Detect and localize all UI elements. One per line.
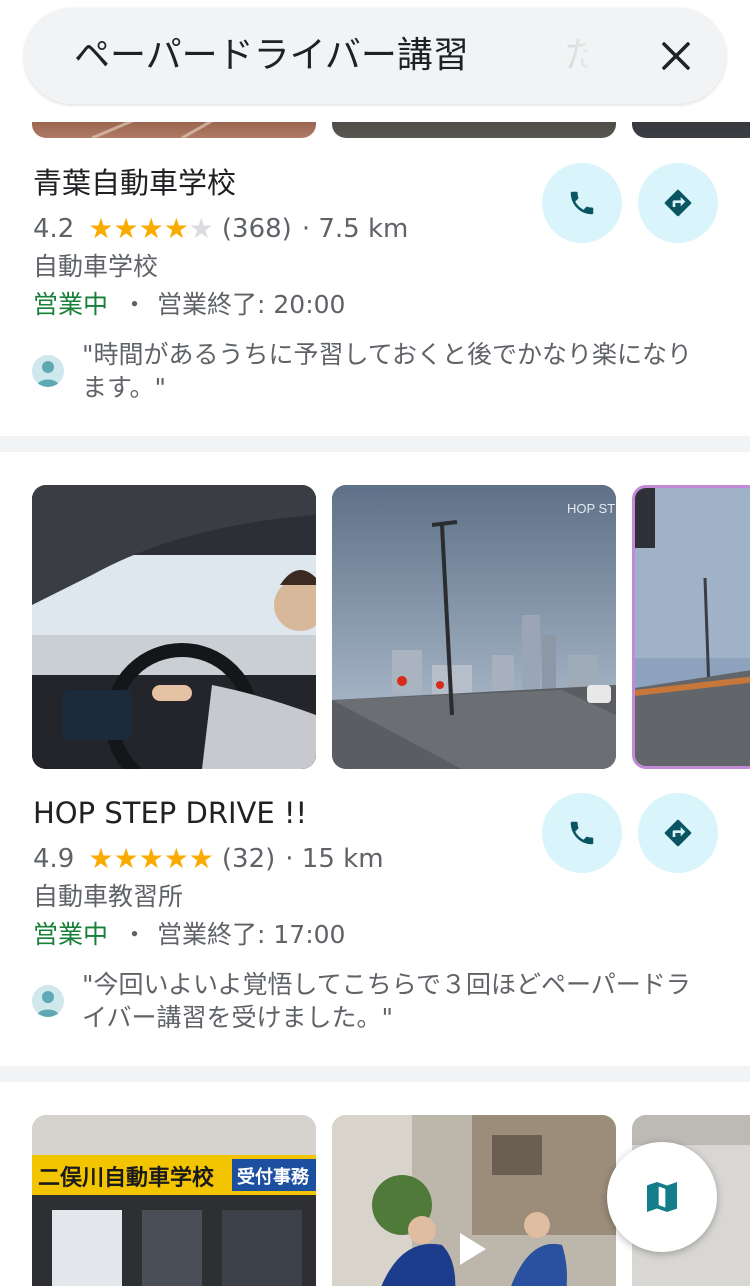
result-2-hours: 営業中・営業終了: 17:00	[33, 918, 345, 952]
separator-dot: ・	[122, 290, 148, 319]
result-2-category: 自動車教習所	[33, 882, 184, 911]
result-2-review-count: (32)	[221, 844, 276, 874]
directions-icon	[664, 189, 692, 217]
star-icon: ★	[163, 842, 189, 875]
search-fade	[544, 8, 624, 104]
result-divider	[0, 436, 750, 452]
search-header: ペーパードライバー講習 た	[0, 0, 750, 122]
result-1-hours: 営業中・営業終了: 20:00	[33, 288, 345, 322]
result-1-distance: · 7.5 km	[301, 214, 409, 244]
result-1-closing-time: 営業終了: 20:00	[157, 290, 346, 319]
result-1-category: 自動車学校	[33, 252, 159, 281]
directions-icon	[664, 819, 692, 847]
star-icon: ★	[88, 842, 114, 875]
map-view-button[interactable]	[607, 1142, 717, 1252]
result-1-call-button[interactable]	[542, 163, 622, 243]
photo-watermark: HOP ST	[567, 501, 615, 516]
result-2-rating-row: 4.9 ★ ★ ★ ★ ★ (32) · 15 km	[33, 842, 384, 876]
result-1-review-count: (368)	[221, 214, 292, 244]
result-1-review-text: "時間があるうちに予習しておくと後でかなり楽になります。"	[82, 340, 693, 402]
star-icon: ★	[88, 212, 114, 245]
result-2-photo-2[interactable]: HOP ST	[332, 485, 616, 769]
close-icon	[662, 42, 690, 70]
map-icon	[647, 1182, 677, 1212]
result-2-stars: ★ ★ ★ ★ ★	[88, 844, 214, 874]
result-2-review-snippet[interactable]: "今回いよいよ覚悟してこちらで３回ほどペーパードライバー講習を受けました。"	[32, 968, 712, 1034]
result-2-photo-3[interactable]	[632, 485, 750, 769]
result-1-stars: ★ ★ ★ ★ ★	[88, 214, 214, 244]
sign-text: 二俣川自動車学校	[38, 1165, 215, 1191]
separator-dot: ・	[122, 920, 148, 949]
avatar-icon	[32, 985, 64, 1017]
clear-search-button[interactable]	[652, 32, 700, 80]
search-query[interactable]: ペーパードライバー講習	[74, 32, 469, 80]
result-2-distance: · 15 km	[285, 844, 384, 874]
sign-text-2: 受付事務	[237, 1166, 310, 1188]
star-icon: ★	[163, 212, 189, 245]
result-1-rating-row: 4.2 ★ ★ ★ ★ ★ (368) · 7.5 km	[33, 212, 408, 246]
phone-icon	[570, 821, 594, 845]
star-icon: ★	[188, 842, 214, 875]
result-2-call-button[interactable]	[542, 793, 622, 873]
result-1-review-snippet[interactable]: "時間があるうちに予習しておくと後でかなり楽になります。"	[32, 338, 712, 404]
result-1-name[interactable]: 青葉自動車学校	[33, 164, 236, 202]
result-2-directions-button[interactable]	[638, 793, 718, 873]
play-icon	[460, 1233, 486, 1265]
star-icon: ★	[113, 842, 139, 875]
result-3-photo-1[interactable]: 二俣川自動車学校 受付事務	[32, 1115, 316, 1286]
star-icon: ★	[113, 212, 139, 245]
result-2-photo-1[interactable]	[32, 485, 316, 769]
avatar-icon	[32, 355, 64, 387]
star-icon: ★	[138, 212, 164, 245]
phone-icon	[570, 191, 594, 215]
result-3-photo-2-video[interactable]	[332, 1115, 616, 1286]
star-icon: ★	[138, 842, 164, 875]
star-empty-icon: ★	[188, 212, 214, 245]
search-bar[interactable]: ペーパードライバー講習 た	[24, 8, 726, 104]
result-2-rating: 4.9	[33, 844, 75, 874]
result-2-review-text: "今回いよいよ覚悟してこちらで３回ほどペーパードライバー講習を受けました。"	[82, 970, 691, 1032]
result-2-open-status: 営業中	[33, 920, 109, 949]
result-1-open-status: 営業中	[33, 290, 109, 319]
result-2-closing-time: 営業終了: 17:00	[157, 920, 346, 949]
result-1-directions-button[interactable]	[638, 163, 718, 243]
result-1-rating: 4.2	[33, 214, 75, 244]
result-divider	[0, 1066, 750, 1082]
result-2-name[interactable]: HOP STEP DRIVE !!	[33, 794, 307, 832]
